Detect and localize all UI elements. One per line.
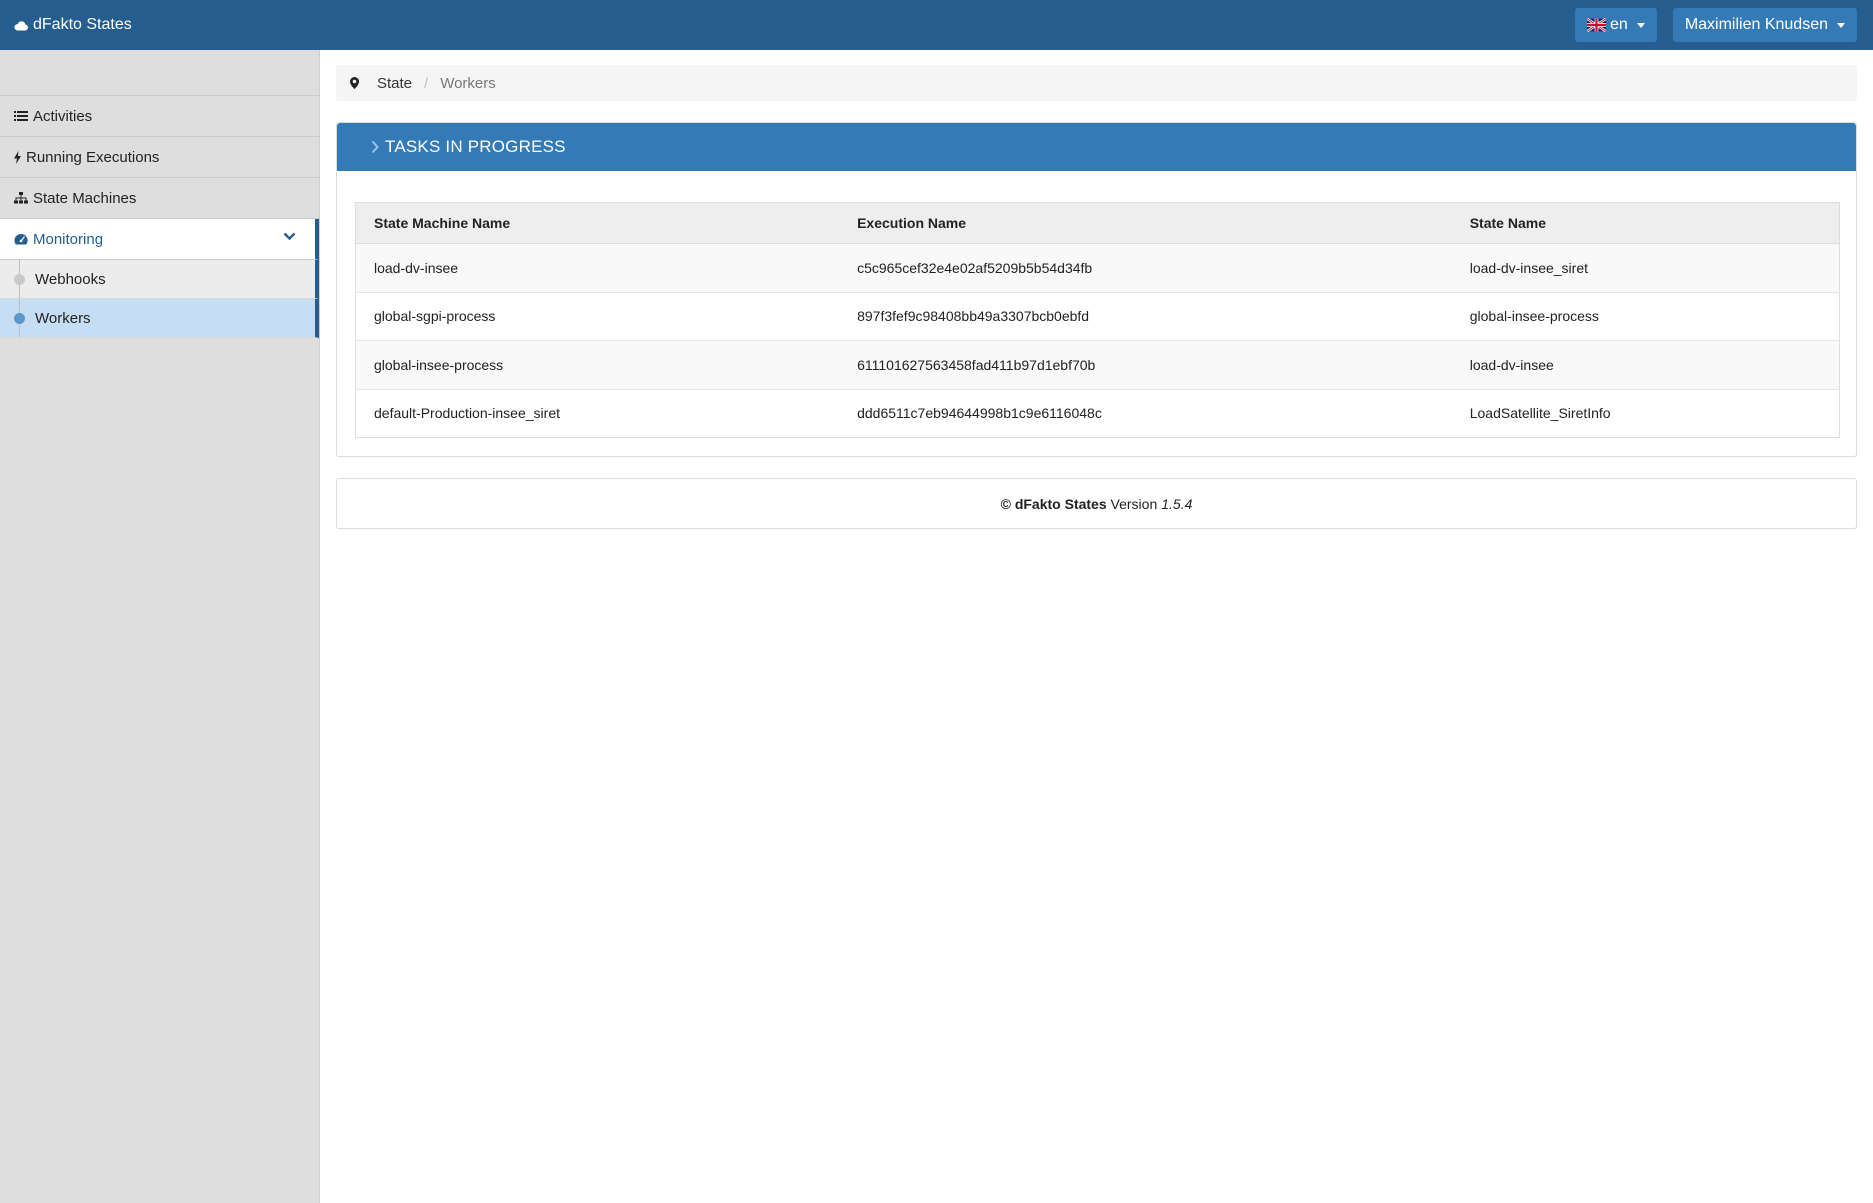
state-name-cell: load-dv-insee <box>1451 340 1840 389</box>
footer: © dFakto States Version 1.5.4 <box>336 478 1857 529</box>
user-menu-dropdown[interactable]: Maximilien Knudsen <box>1672 8 1857 42</box>
table-row: load-dv-insee c5c965cef32e4e02af5209b5b5… <box>355 243 1840 292</box>
bullet-icon <box>14 274 25 285</box>
column-header: State Machine Name <box>355 202 840 244</box>
state-machine-name-cell: global-insee-process <box>355 340 840 389</box>
top-navbar: dFakto States en Maximilien Knudsen <box>0 0 1873 50</box>
footer-brand: dFakto States <box>1014 495 1107 512</box>
brand-name: dFakto States <box>33 16 132 33</box>
execution-name-cell: 611101627563458fad411b97d1ebf70b <box>839 340 1452 389</box>
sidebar-item-label: Activities <box>33 107 93 125</box>
chevron-right-icon <box>371 140 379 154</box>
execution-name-cell: 897f3fef9c98408bb49a3307bcb0ebfd <box>839 291 1452 341</box>
sidebar-item-label: Running Executions <box>26 148 160 166</box>
panel-title: TASKS IN PROGRESS <box>385 137 566 156</box>
table-row: default-Production-insee_siret ddd6511c7… <box>355 388 1840 438</box>
chevron-down-icon[interactable] <box>283 232 296 241</box>
caret-down-icon <box>1636 23 1645 28</box>
bullet-icon <box>14 313 25 324</box>
copyright-symbol: © <box>1000 495 1011 512</box>
uk-flag-icon <box>1587 18 1607 32</box>
state-name-cell: load-dv-insee_siret <box>1451 243 1840 292</box>
sidebar-subitem-label: Webhooks <box>35 270 106 288</box>
column-header: Execution Name <box>839 202 1452 244</box>
table-row: global-insee-process 611101627563458fad4… <box>355 340 1840 389</box>
caret-down-icon <box>1837 23 1845 28</box>
sidebar-spacer <box>0 50 319 96</box>
sidebar-subitem-webhooks[interactable]: Webhooks <box>0 260 319 299</box>
state-machine-name-cell: default-Production-insee_siret <box>355 388 840 438</box>
cloud-icon <box>14 20 28 30</box>
panel-heading: TASKS IN PROGRESS <box>337 123 1856 171</box>
sidebar-subitem-label: Workers <box>35 309 91 327</box>
sidebar-item-state-machines[interactable]: State Machines <box>0 178 319 219</box>
version-label: Version <box>1110 495 1158 512</box>
brand-link[interactable]: dFakto States <box>14 16 132 34</box>
sidebar: Activities Running Executions State Mach… <box>0 50 320 1203</box>
state-name-cell: global-insee-process <box>1451 291 1840 341</box>
breadcrumb: State / Workers <box>336 65 1857 101</box>
sidebar-subitem-workers[interactable]: Workers <box>0 299 319 338</box>
execution-name-cell: ddd6511c7eb94644998b1c9e6116048c <box>839 388 1452 438</box>
sidebar-item-label: State Machines <box>33 189 137 207</box>
tasks-table: State Machine Name Execution Name State … <box>355 202 1840 438</box>
state-name-cell: LoadSatellite_SiretInfo <box>1451 388 1840 438</box>
column-header: State Name <box>1451 202 1840 244</box>
table-row: global-sgpi-process 897f3fef9c98408bb49a… <box>355 291 1840 341</box>
bolt-icon <box>14 150 21 164</box>
table-header-row: State Machine Name Execution Name State … <box>355 202 1840 244</box>
sidebar-item-activities[interactable]: Activities <box>0 96 319 137</box>
breadcrumb-current: Workers <box>440 74 496 92</box>
dashboard-icon <box>14 233 28 245</box>
breadcrumb-separator: / <box>424 74 429 92</box>
sidebar-item-running-executions[interactable]: Running Executions <box>0 137 319 178</box>
version-number: 1.5.4 <box>1161 495 1193 512</box>
language-label: en <box>1610 16 1628 33</box>
list-icon <box>14 111 28 121</box>
state-machine-name-cell: global-sgpi-process <box>355 291 840 341</box>
state-machine-name-cell: load-dv-insee <box>355 243 840 292</box>
sidebar-item-monitoring[interactable]: Monitoring <box>0 219 319 260</box>
user-name: Maximilien Knudsen <box>1684 16 1828 33</box>
sitemap-icon <box>14 192 28 204</box>
language-dropdown[interactable]: en <box>1575 8 1657 42</box>
execution-name-cell: c5c965cef32e4e02af5209b5b54d34fb <box>839 243 1452 292</box>
sidebar-item-label: Monitoring <box>33 230 104 248</box>
map-marker-icon <box>350 77 359 89</box>
breadcrumb-state[interactable]: State <box>377 75 412 92</box>
tasks-panel: TASKS IN PROGRESS State Machine Name Exe… <box>336 122 1857 457</box>
